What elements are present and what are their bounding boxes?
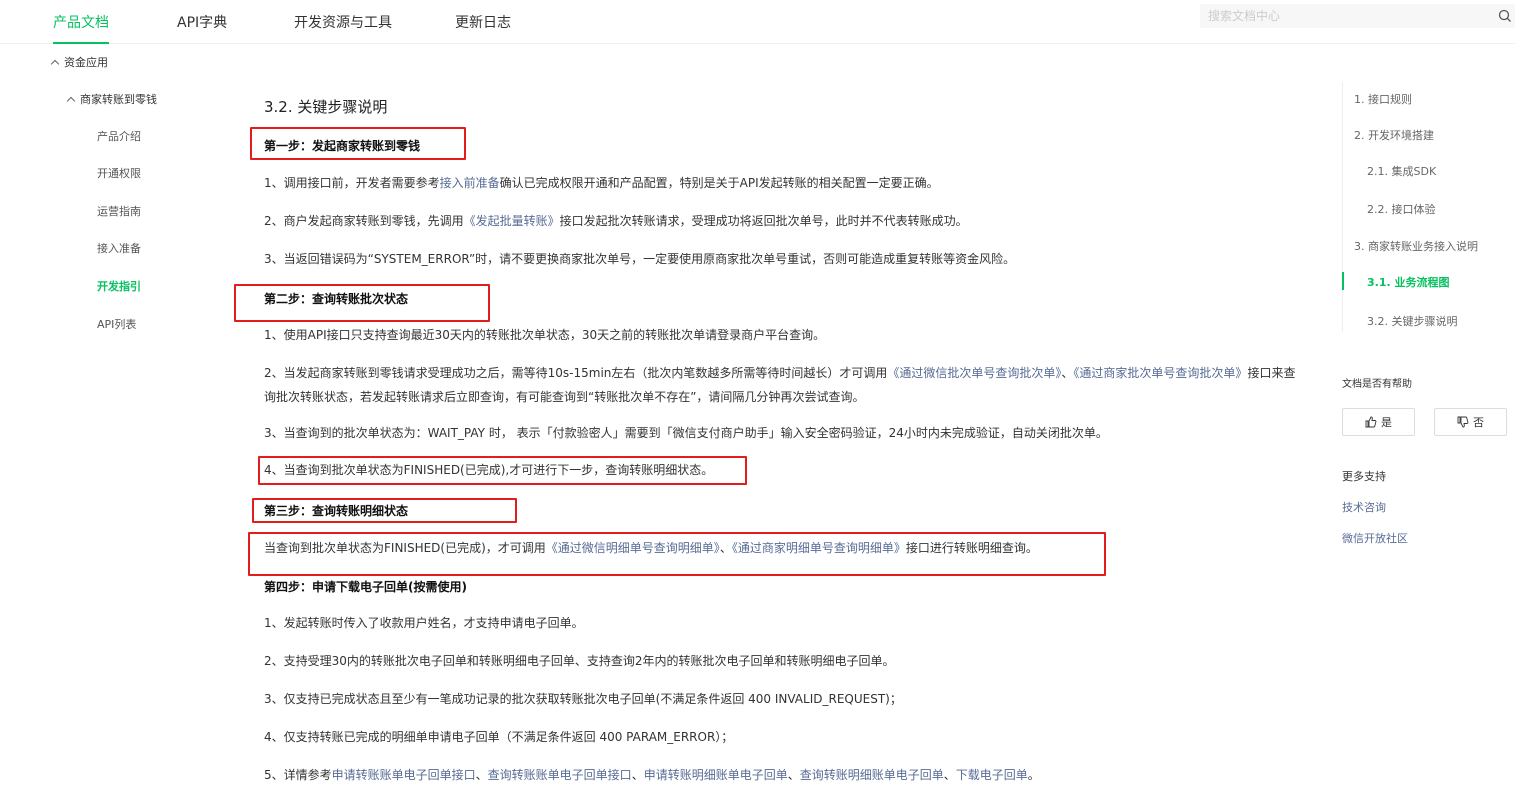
link-query-batch-by-wechat-no[interactable]: 《通过微信批次单号查询批次单》 <box>887 366 1061 380</box>
sidebar-item-dev-guide[interactable]: 开发指引 <box>97 278 141 294</box>
nav-product-docs[interactable]: 产品文档 <box>53 0 109 44</box>
sidebar-item-operations-guide[interactable]: 运营指南 <box>97 203 141 219</box>
highlight-box <box>252 498 517 523</box>
chevron-up-icon <box>50 59 60 69</box>
sidebar-group-transfer[interactable]: 商家转账到零钱 <box>66 91 157 107</box>
toc-sidebar: 1. 接口规则 2. 开发环境搭建 2.1. 集成SDK 2.2. 接口体验 3… <box>1342 44 1515 794</box>
nav-changelog[interactable]: 更新日志 <box>455 0 511 44</box>
thumbs-down-icon <box>1457 416 1469 428</box>
text: 5、详情参考 <box>264 768 332 782</box>
nav-dev-resources[interactable]: 开发资源与工具 <box>294 0 392 44</box>
highlight-box <box>258 456 747 485</box>
thumbs-up-icon <box>1365 416 1377 428</box>
highlight-box <box>248 532 1106 576</box>
link-access-prep[interactable]: 接入前准备 <box>440 176 500 190</box>
link-apply-detail-receipt[interactable]: 申请转账明细账单电子回单 <box>644 768 788 782</box>
step4-para2: 2、支持受理30内的转账批次电子回单和转账明细电子回单、支持查询2年内的转账批次… <box>264 654 895 668</box>
feedback-yes-label: 是 <box>1381 416 1392 429</box>
text: 2、商户发起商家转账到零钱，先调用 <box>264 214 464 228</box>
top-navbar: 产品文档 API字典 开发资源与工具 更新日志 <box>0 0 1515 44</box>
left-sidebar: 资金应用 商家转账到零钱 产品介绍 开通权限 运营指南 接入准备 开发指引 AP… <box>0 44 238 794</box>
step4-para5: 5、详情参考申请转账账单电子回单接口、查询转账账单电子回单接口、申请转账明细账单… <box>264 763 1304 787</box>
toc-item-business-access[interactable]: 3. 商家转账业务接入说明 <box>1354 238 1478 254</box>
step4-para3: 3、仅支持已完成状态且至少有一笔成功记录的批次获取转账批次电子回单(不满足条件返… <box>264 692 902 706</box>
toc-item-interface-rules[interactable]: 1. 接口规则 <box>1354 91 1412 107</box>
sidebar-group-label: 商家转账到零钱 <box>80 93 157 106</box>
highlight-box <box>250 127 466 160</box>
step4-para1: 1、发起转账时传入了收款用户姓名，才支持申请电子回单。 <box>264 616 584 630</box>
text: 、 <box>475 768 488 782</box>
step4-heading: 第四步：申请下载电子回单(按需使用) <box>264 580 467 594</box>
sidebar-group-fund-apps[interactable]: 资金应用 <box>50 54 108 70</box>
text: 、 <box>631 768 644 782</box>
link-query-batch-by-merchant-no[interactable]: 《通过商家批次单号查询批次单》 <box>1073 366 1247 380</box>
sidebar-item-api-list[interactable]: API列表 <box>97 316 136 332</box>
text: 。 <box>1027 768 1040 782</box>
feedback-no-button[interactable]: 否 <box>1434 408 1507 436</box>
step1-para2: 2、商户发起商家转账到零钱，先调用《发起批量转账》接口发起批次转账请求，受理成功… <box>264 209 1304 233</box>
link-apply-batch-receipt[interactable]: 申请转账账单电子回单接口 <box>332 768 476 782</box>
toc-item-dev-env[interactable]: 2. 开发环境搭建 <box>1354 127 1434 143</box>
sidebar-item-product-intro[interactable]: 产品介绍 <box>97 128 141 144</box>
text: 、 <box>787 768 800 782</box>
step1-para3: 3、当返回错误码为“SYSTEM_ERROR”时，请不要更换商家批次单号，一定要… <box>264 252 1016 266</box>
step1-para1: 1、调用接口前，开发者需要参考接入前准备确认已完成权限开通和产品配置，特别是关于… <box>264 171 1304 195</box>
search-icon[interactable] <box>1497 8 1513 24</box>
toc-item-key-steps[interactable]: 3.2. 关键步骤说明 <box>1367 313 1458 329</box>
highlight-box <box>234 284 490 322</box>
step4-para4: 4、仅支持转账已完成的明细单申请电子回单（不满足条件返回 400 PARAM_E… <box>264 730 734 744</box>
search-box <box>1200 4 1515 28</box>
toc-item-interface-experience[interactable]: 2.2. 接口体验 <box>1367 201 1436 217</box>
toc-item-sdk[interactable]: 2.1. 集成SDK <box>1367 163 1436 179</box>
link-query-batch-receipt[interactable]: 查询转账账单电子回单接口 <box>488 768 632 782</box>
text: 接口发起批次转账请求，受理成功将返回批次单号，此时并不代表转账成功。 <box>559 214 968 228</box>
more-support-title: 更多支持 <box>1342 470 1386 483</box>
nav-api-dictionary[interactable]: API字典 <box>177 0 227 44</box>
toc-active-marker <box>1342 272 1344 290</box>
text: 、 <box>943 768 956 782</box>
link-wechat-community[interactable]: 微信开放社区 <box>1342 530 1408 546</box>
text: 、 <box>1061 366 1074 380</box>
link-tech-consult[interactable]: 技术咨询 <box>1342 499 1386 515</box>
sidebar-group-label: 资金应用 <box>64 56 108 69</box>
text: 1、调用接口前，开发者需要参考 <box>264 176 440 190</box>
sidebar-item-permissions[interactable]: 开通权限 <box>97 165 141 181</box>
link-download-receipt[interactable]: 下载电子回单 <box>956 768 1028 782</box>
step2-para3: 3、当查询到的批次单状态为：WAIT_PAY 时， 表示「付款验密人」需要到「微… <box>264 426 1108 440</box>
section-title: 3.2. 关键步骤说明 <box>264 98 388 116</box>
feedback-no-label: 否 <box>1473 416 1484 429</box>
text: 2、当发起商家转账到零钱请求受理成功之后，需等待10s-15min左右（批次内笔… <box>264 366 888 380</box>
chevron-up-icon <box>66 96 76 106</box>
search-input[interactable] <box>1200 4 1480 28</box>
link-initiate-batch-transfer[interactable]: 《发起批量转账》 <box>464 214 560 228</box>
link-query-detail-receipt[interactable]: 查询转账明细账单电子回单 <box>800 768 944 782</box>
step2-para2: 2、当发起商家转账到零钱请求受理成功之后，需等待10s-15min左右（批次内笔… <box>264 361 1304 409</box>
step2-para1: 1、使用API接口只支持查询最近30天内的转账批次单状态，30天之前的转账批次单… <box>264 328 826 342</box>
feedback-question: 文档是否有帮助 <box>1342 379 1412 390</box>
sidebar-item-access-prep[interactable]: 接入准备 <box>97 240 141 256</box>
feedback-yes-button[interactable]: 是 <box>1342 408 1415 436</box>
toc-item-flowchart[interactable]: 3.1. 业务流程图 <box>1367 274 1450 290</box>
toc-rail <box>1342 82 1343 332</box>
main-content: 3.2. 关键步骤说明 第一步：发起商家转账到零钱 1、调用接口前，开发者需要参… <box>234 44 1318 794</box>
text: 确认已完成权限开通和产品配置，特别是关于API发起转账的相关配置一定要正确。 <box>499 176 939 190</box>
